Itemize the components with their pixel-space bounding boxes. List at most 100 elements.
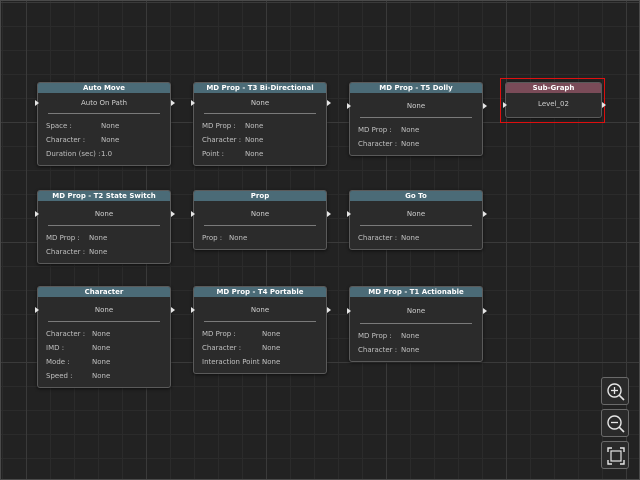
field-label: Prop : <box>202 234 223 242</box>
field-row: Mode : None <box>46 355 170 369</box>
node-go-to[interactable]: Go To None Character : None <box>347 190 487 250</box>
zoom-out-button[interactable] <box>601 409 629 437</box>
field-label: Character : <box>46 136 86 144</box>
output-port[interactable] <box>327 211 331 217</box>
input-port[interactable] <box>191 100 195 106</box>
divider <box>204 113 316 114</box>
field-value[interactable]: None <box>229 231 247 245</box>
field-value[interactable]: None <box>92 327 110 341</box>
zoom-out-icon <box>607 415 625 433</box>
field-value[interactable]: None <box>401 329 419 343</box>
field-value[interactable]: None <box>92 369 110 383</box>
node-title: Prop <box>194 191 326 201</box>
field-label: IMD : <box>46 344 65 352</box>
field-value[interactable]: None <box>92 355 110 369</box>
node-md-prop-t2[interactable]: MD Prop - T2 State Switch None MD Prop :… <box>35 190 175 264</box>
input-port[interactable] <box>503 102 507 108</box>
node-md-prop-t3[interactable]: MD Prop - T3 Bi-Directional None MD Prop… <box>191 82 331 166</box>
node-value[interactable]: None <box>251 99 269 107</box>
field-value[interactable]: None <box>101 133 119 147</box>
output-port[interactable] <box>171 100 175 106</box>
node-md-prop-t1[interactable]: MD Prop - T1 Actionable None MD Prop : No… <box>347 286 487 362</box>
field-value[interactable]: None <box>92 341 110 355</box>
field-value[interactable]: None <box>401 343 419 357</box>
field-label: Character : <box>46 330 86 338</box>
field-value[interactable]: None <box>401 123 419 137</box>
field-row: Character : None <box>358 231 482 245</box>
field-label: Character : <box>358 234 398 242</box>
field-value[interactable]: None <box>101 119 119 133</box>
input-port[interactable] <box>191 211 195 217</box>
field-label: Character : <box>358 346 398 354</box>
divider <box>48 225 160 226</box>
field-value[interactable]: None <box>262 341 280 355</box>
output-port[interactable] <box>483 211 487 217</box>
divider <box>48 113 160 114</box>
field-row: Character : None <box>358 343 482 357</box>
node-character[interactable]: Character None Character : None IMD : None… <box>35 286 175 388</box>
node-sub-graph[interactable]: Sub-Graph Level_02 <box>503 82 606 118</box>
node-value[interactable]: None <box>407 102 425 110</box>
input-port[interactable] <box>347 308 351 314</box>
input-port[interactable] <box>35 100 39 106</box>
input-port[interactable] <box>35 211 39 217</box>
field-row: Character : None <box>358 137 482 151</box>
graph-canvas[interactable]: Auto Move Auto On Path Space : None Chara… <box>0 0 640 480</box>
field-value[interactable]: None <box>401 231 419 245</box>
node-value[interactable]: None <box>95 210 113 218</box>
field-row: Prop : None <box>202 231 326 245</box>
field-value[interactable]: None <box>401 137 419 151</box>
field-value[interactable]: None <box>245 133 263 147</box>
node-prop[interactable]: Prop None Prop : None <box>191 190 331 250</box>
node-title: Go To <box>350 191 482 201</box>
input-port[interactable] <box>347 103 351 109</box>
node-value[interactable]: Auto On Path <box>81 99 127 107</box>
output-port[interactable] <box>602 102 606 108</box>
divider <box>360 117 472 118</box>
output-port[interactable] <box>327 307 331 313</box>
zoom-in-button[interactable] <box>601 377 629 405</box>
input-port[interactable] <box>347 211 351 217</box>
output-port[interactable] <box>483 103 487 109</box>
output-port[interactable] <box>483 308 487 314</box>
field-value[interactable]: 1.0 <box>101 147 112 161</box>
node-md-prop-t4[interactable]: MD Prop - T4 Portable None MD Prop : None… <box>191 286 331 374</box>
node-md-prop-t5[interactable]: MD Prop - T5 Dolly None MD Prop : None Ch… <box>347 82 487 156</box>
field-row: MD Prop : None <box>358 123 482 137</box>
node-value[interactable]: None <box>407 307 425 315</box>
field-row: MD Prop : None <box>358 329 482 343</box>
field-row: MD Prop : None <box>46 231 170 245</box>
fit-view-icon <box>607 447 625 465</box>
field-label: Speed : <box>46 372 73 380</box>
node-value[interactable]: None <box>251 306 269 314</box>
field-value[interactable]: None <box>262 327 280 341</box>
node-value[interactable]: Level_02 <box>538 100 569 108</box>
field-value[interactable]: None <box>245 119 263 133</box>
field-label: Duration (sec) : <box>46 150 101 158</box>
field-row: Point : None <box>202 147 326 161</box>
node-value[interactable]: None <box>407 210 425 218</box>
field-label: Character : <box>46 248 86 256</box>
field-label: Point : <box>202 150 224 158</box>
node-title: Character <box>38 287 170 297</box>
input-port[interactable] <box>191 307 195 313</box>
field-value[interactable]: None <box>262 355 280 369</box>
input-port[interactable] <box>35 307 39 313</box>
output-port[interactable] <box>171 211 175 217</box>
divider <box>204 225 316 226</box>
field-label: Character : <box>202 344 242 352</box>
output-port[interactable] <box>327 100 331 106</box>
node-value[interactable]: None <box>251 210 269 218</box>
node-title: Sub-Graph <box>506 83 601 93</box>
output-port[interactable] <box>171 307 175 313</box>
field-value[interactable]: None <box>245 147 263 161</box>
field-value[interactable]: None <box>89 245 107 259</box>
field-row: MD Prop : None <box>202 327 326 341</box>
node-auto-move[interactable]: Auto Move Auto On Path Space : None Chara… <box>35 82 175 166</box>
fit-view-button[interactable] <box>601 441 629 469</box>
field-value[interactable]: None <box>89 231 107 245</box>
field-label: Interaction Point : <box>202 358 265 366</box>
field-row: Character : None <box>46 133 170 147</box>
field-row: Speed : None <box>46 369 170 383</box>
node-value[interactable]: None <box>95 306 113 314</box>
